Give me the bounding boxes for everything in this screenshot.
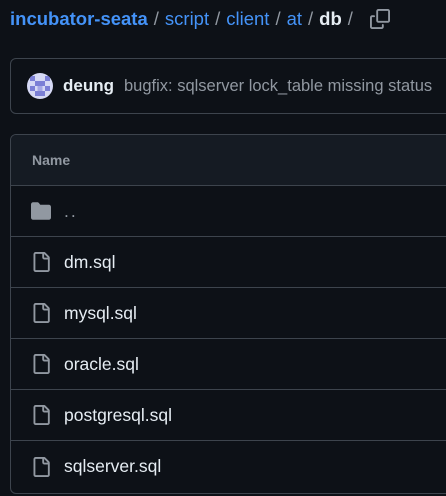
file-icon [31, 303, 51, 323]
file-row-mysql[interactable]: mysql.sql [11, 288, 446, 339]
parent-dir-row[interactable]: .. [11, 186, 446, 237]
page: incubator-seata / script / client / at /… [0, 0, 446, 496]
file-icon [31, 354, 51, 374]
commit-message-link[interactable]: bugfix: sqlserver lock_table missing sta… [124, 77, 432, 96]
breadcrumb-separator: / [215, 8, 221, 29]
file-icon [31, 456, 51, 477]
avatar[interactable] [27, 73, 53, 99]
file-name-link[interactable]: dm.sql [64, 252, 116, 273]
file-row-dm[interactable]: dm.sql [11, 237, 446, 288]
file-icon [31, 252, 51, 272]
file-row-sqlserver[interactable]: sqlserver.sql [11, 441, 446, 492]
commit-author-link[interactable]: deung [63, 76, 114, 96]
parent-dir-label[interactable]: .. [64, 201, 78, 222]
file-row-oracle[interactable]: oracle.sql [11, 339, 446, 390]
column-header-name: Name [32, 152, 71, 168]
copy-icon [369, 9, 390, 29]
file-table: Name .. dm.sql mysql.sql oracle.sql post… [10, 134, 446, 494]
table-header: Name [11, 135, 446, 186]
file-row-postgresql[interactable]: postgresql.sql [11, 390, 446, 441]
breadcrumb-separator: / [153, 8, 159, 29]
file-name-link[interactable]: mysql.sql [64, 303, 137, 324]
file-name-link[interactable]: postgresql.sql [64, 405, 172, 426]
breadcrumb-separator: / [347, 8, 353, 29]
breadcrumb-link-script[interactable]: script [165, 8, 209, 30]
file-name-link[interactable]: sqlserver.sql [64, 456, 161, 477]
copy-path-button[interactable] [369, 8, 391, 30]
breadcrumb-link-at[interactable]: at [287, 8, 302, 30]
breadcrumb-link-client[interactable]: client [226, 8, 269, 30]
file-icon [31, 405, 51, 425]
breadcrumb-separator: / [275, 8, 281, 29]
breadcrumb-current-dir: db [319, 8, 342, 29]
breadcrumb-repo-link[interactable]: incubator-seata [10, 8, 148, 30]
breadcrumb-separator: / [308, 8, 314, 29]
folder-icon [31, 201, 51, 221]
latest-commit-bar: deung bugfix: sqlserver lock_table missi… [10, 58, 446, 114]
file-name-link[interactable]: oracle.sql [64, 354, 139, 375]
breadcrumb: incubator-seata / script / client / at /… [10, 6, 391, 32]
